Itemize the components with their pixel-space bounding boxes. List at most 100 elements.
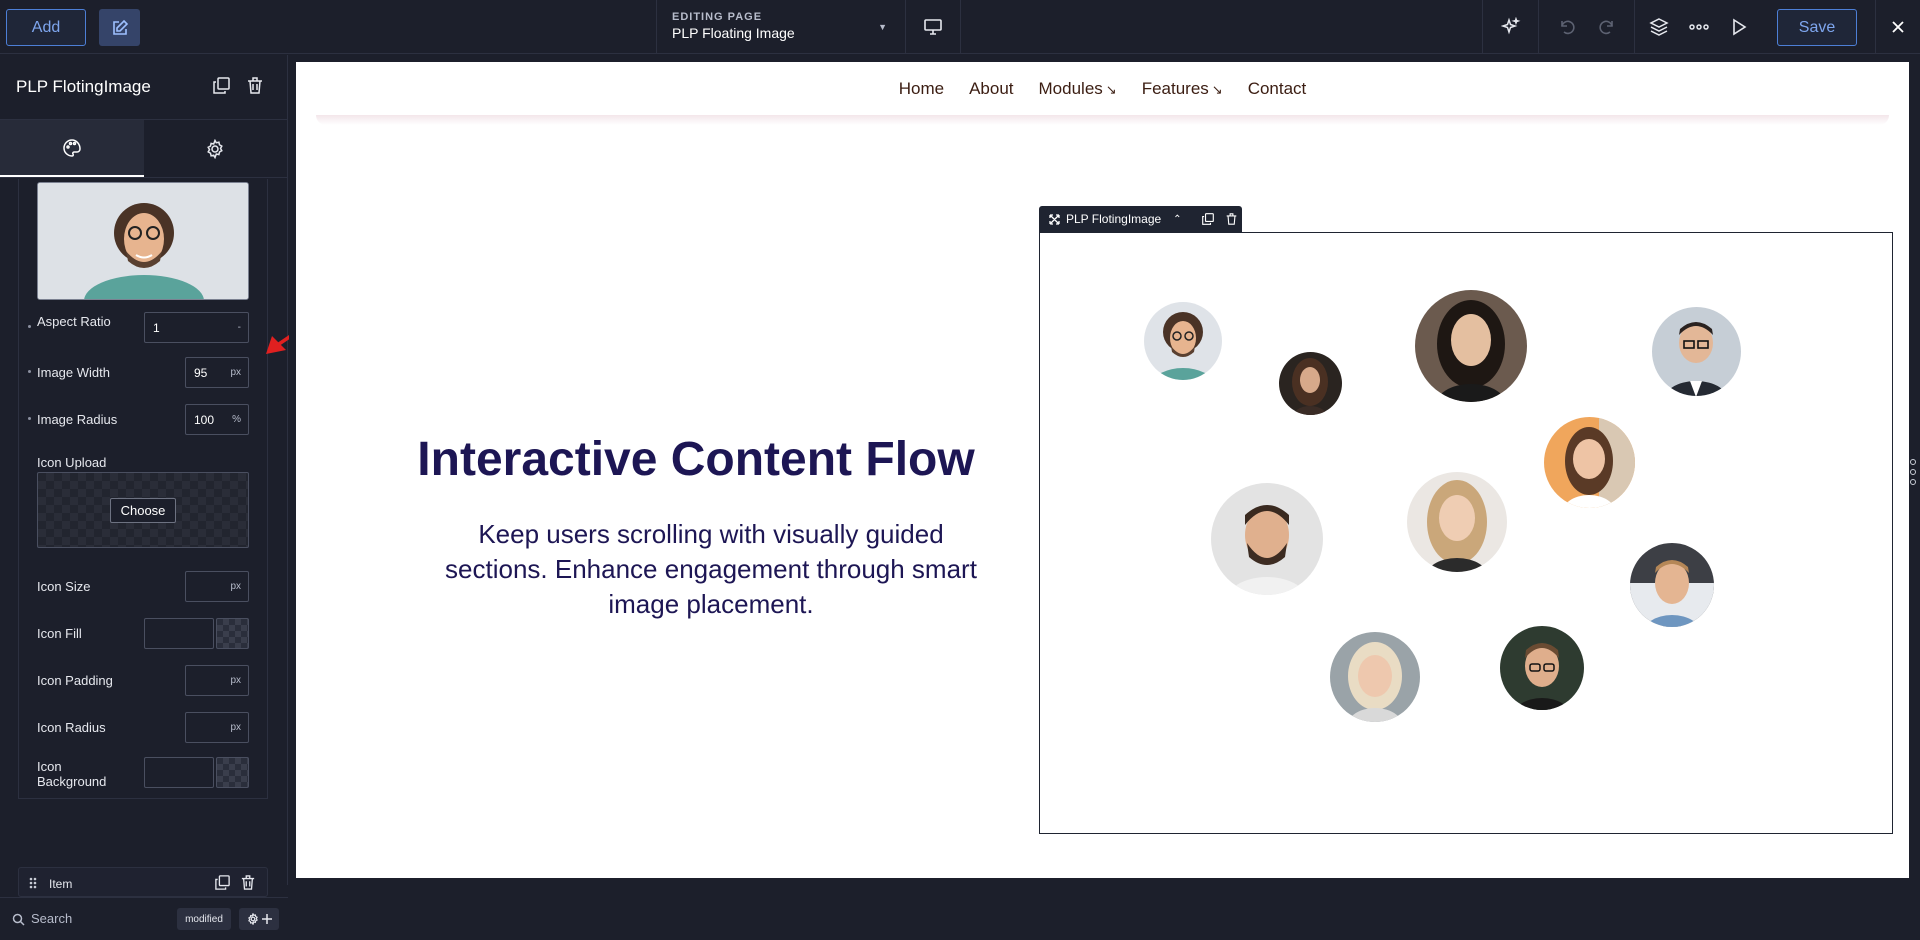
icon-fill-swatch[interactable]	[216, 618, 249, 649]
nav-link-about[interactable]: About	[969, 79, 1013, 99]
panel-tabs	[0, 120, 287, 178]
hero-text: Keep users scrolling with visually guide…	[445, 519, 977, 619]
nav-link-contact[interactable]: Contact	[1248, 79, 1307, 99]
image-width-label: Image Width	[37, 365, 110, 380]
page-name: PLP Floating Image	[672, 25, 795, 41]
avatar	[1415, 290, 1527, 402]
edit-icon	[112, 19, 128, 35]
module-toolbar[interactable]: PLP FlotingImage ⌃	[1039, 206, 1242, 232]
icon-size-unit: px	[230, 581, 241, 592]
close-editor-button[interactable]	[1875, 0, 1920, 54]
delete-module-button[interactable]	[247, 77, 263, 99]
search-icon	[12, 913, 25, 926]
gear-icon	[207, 138, 224, 159]
duplicate-icon[interactable]	[215, 875, 230, 890]
panel-header: PLP FlotingImage	[0, 55, 287, 120]
trash-icon	[248, 77, 262, 94]
image-width-unit: px	[230, 367, 241, 378]
gear-icon	[247, 913, 258, 925]
avatar	[1407, 472, 1507, 572]
top-toolbar: Add EDITING PAGE PLP Floating Image ▼ Sa…	[0, 0, 1920, 54]
page-selector[interactable]: EDITING PAGE PLP Floating Image ▼	[656, 0, 906, 54]
undo-button[interactable]	[1547, 0, 1587, 54]
icon-size-field[interactable]: px	[185, 571, 249, 602]
preview-play-button[interactable]	[1719, 0, 1759, 54]
site-nav: Home About Modules ↘ Features ↘ Contact	[296, 62, 1909, 116]
aspect-ratio-value: 1	[153, 320, 160, 335]
page-canvas[interactable]: Home About Modules ↘ Features ↘ Contact In…	[296, 62, 1909, 878]
nav-link-modules[interactable]: Modules ↘	[1039, 79, 1117, 99]
duplicate-icon	[213, 77, 230, 94]
avatar	[1500, 626, 1584, 710]
filter-settings-button[interactable]	[239, 908, 279, 930]
image-radius-label: Image Radius	[37, 412, 118, 427]
search-input[interactable]: Search	[31, 911, 72, 926]
chevron-up-icon[interactable]: ⌃	[1173, 214, 1181, 225]
icon-size-label: Icon Size	[37, 579, 91, 594]
avatar	[1279, 352, 1342, 415]
more-button[interactable]	[1679, 0, 1719, 54]
image-radius-value: 100	[194, 412, 215, 427]
floating-image-module[interactable]	[1039, 232, 1893, 834]
redo-icon	[1598, 20, 1613, 35]
avatar	[1330, 632, 1420, 722]
trash-icon[interactable]	[1226, 213, 1237, 225]
style-settings-list[interactable]: Aspect Ratio 1 - Image Width 95 px Image…	[18, 179, 268, 799]
duplicate-icon[interactable]	[1201, 213, 1214, 225]
arrow-down-right-icon: ↘	[1105, 82, 1117, 97]
tab-style[interactable]	[0, 120, 144, 177]
ai-button[interactable]	[1482, 0, 1538, 54]
layers-icon	[1648, 18, 1669, 36]
desktop-icon	[924, 19, 942, 35]
hero-title: Interactive Content Flow	[417, 433, 975, 486]
caret-down-icon: ▼	[878, 22, 887, 32]
icon-padding-unit: px	[230, 675, 241, 686]
trash-icon[interactable]	[241, 875, 255, 890]
icon-background-swatch[interactable]	[216, 757, 249, 788]
edit-mode-button[interactable]	[99, 9, 140, 46]
aspect-ratio-field[interactable]: 1 -	[144, 312, 249, 343]
icon-fill-field[interactable]	[144, 618, 214, 649]
image-width-field[interactable]: 95 px	[185, 357, 249, 388]
nav-link-features[interactable]: Features ↘	[1142, 79, 1223, 99]
undo-icon	[1560, 20, 1575, 35]
aspect-ratio-label: Aspect Ratio	[37, 314, 111, 329]
modified-dot	[28, 370, 31, 373]
aspect-ratio-unit: -	[237, 322, 241, 333]
icon-radius-field[interactable]: px	[185, 712, 249, 743]
drag-handle-icon[interactable]	[29, 877, 37, 889]
icon-padding-label: Icon Padding	[37, 673, 113, 688]
modified-dot	[28, 417, 31, 420]
canvas-resize-handle[interactable]	[1909, 459, 1917, 485]
image-preview[interactable]	[37, 182, 249, 300]
list-item[interactable]: Item	[18, 867, 268, 897]
redo-button[interactable]	[1587, 0, 1627, 54]
arrow-down-right-icon: ↘	[1211, 82, 1223, 97]
icon-upload-dropzone[interactable]: Choose	[37, 472, 249, 548]
modified-filter-badge[interactable]: modified	[177, 908, 231, 930]
avatar	[1144, 302, 1222, 380]
icon-background-field[interactable]	[144, 757, 214, 788]
sparkle-icon	[1500, 17, 1520, 35]
image-radius-field[interactable]: 100 %	[185, 404, 249, 435]
avatar	[1630, 543, 1714, 627]
modified-dot	[28, 325, 31, 328]
tab-settings[interactable]	[144, 120, 288, 177]
nav-link-home[interactable]: Home	[899, 79, 944, 99]
nav-divider	[316, 115, 1889, 125]
palette-icon	[63, 138, 81, 157]
icon-padding-field[interactable]: px	[185, 665, 249, 696]
choose-file-button[interactable]: Choose	[110, 497, 176, 523]
panel-title: PLP FlotingImage	[16, 77, 151, 96]
layers-button[interactable]	[1639, 0, 1679, 54]
duplicate-module-button[interactable]	[213, 77, 230, 99]
save-button[interactable]: Save	[1777, 9, 1857, 46]
add-button[interactable]: Add	[6, 9, 86, 46]
image-preview-photo	[38, 183, 248, 299]
device-preview-button[interactable]	[906, 0, 961, 54]
icon-radius-unit: px	[230, 722, 241, 733]
module-tag-label: PLP FlotingImage	[1066, 212, 1162, 226]
nav-link-modules-label: Modules	[1038, 79, 1103, 98]
move-icon[interactable]	[1049, 213, 1060, 225]
item-label: Item	[49, 877, 73, 891]
